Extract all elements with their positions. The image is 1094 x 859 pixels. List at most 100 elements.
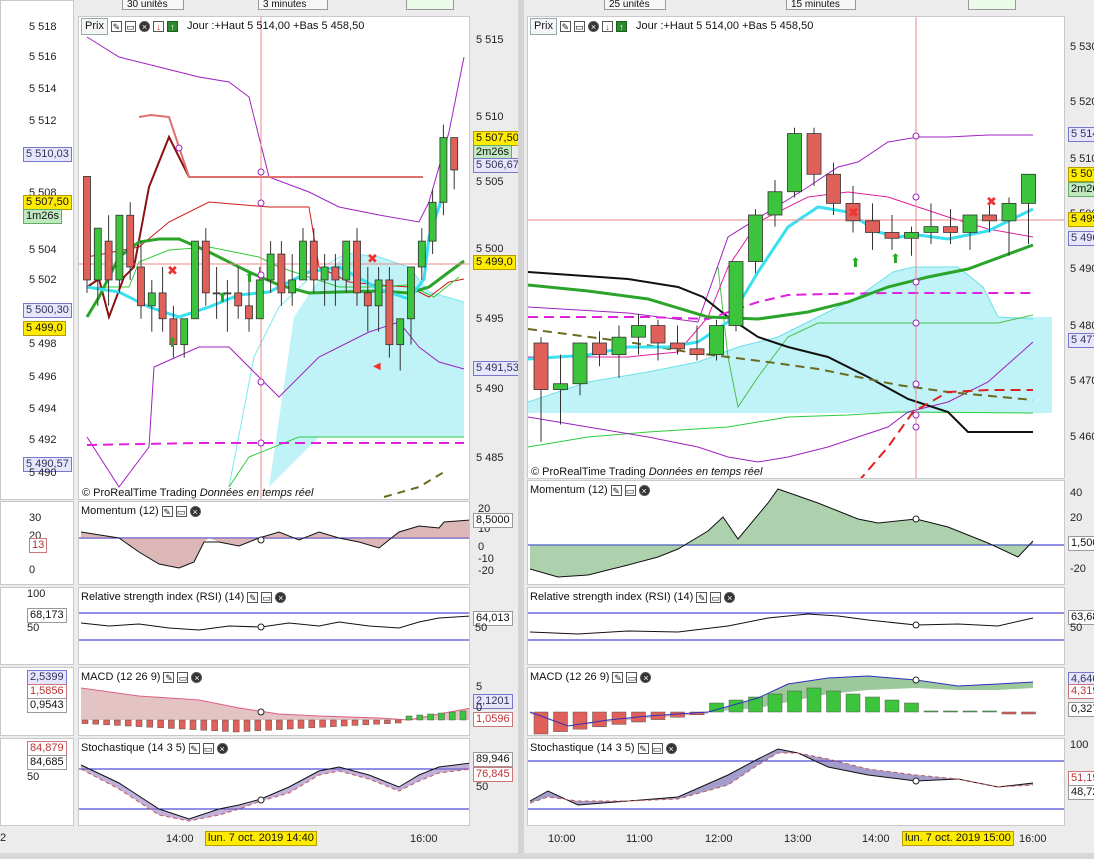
left-partial-macd-panel: 2,5399 1,5856 0,9543 (0, 667, 74, 736)
candle-body (309, 240, 318, 281)
window-icon[interactable]: ▭ (124, 21, 136, 32)
window-icon[interactable]: ▭ (626, 672, 638, 683)
left-partial-rsi-tick: 50 (27, 622, 40, 634)
candle-body (104, 240, 113, 281)
close-icon[interactable]: × (138, 21, 150, 32)
candle-body (439, 137, 448, 203)
chart-a-rsi-panel: Relative strength index (RSI) (14) ✎ ▭ × (78, 587, 470, 665)
close-icon[interactable]: × (189, 506, 201, 517)
cursor-marker (912, 777, 920, 785)
close-icon[interactable]: × (640, 672, 652, 683)
chart-b-sto-title: Stochastique (14 3 5) (530, 742, 635, 754)
wrench-icon[interactable]: ✎ (247, 592, 259, 603)
rsi-line (80, 615, 469, 631)
chart-a-cursor-price-tag: 5 499,0 (473, 255, 516, 270)
window-icon[interactable]: ▭ (202, 743, 214, 754)
chart-a-macd-value2: 1,0596 (473, 712, 513, 727)
column-separator[interactable] (518, 0, 524, 859)
macd-histogram-bar (767, 693, 783, 713)
wrench-icon[interactable]: ✎ (188, 743, 200, 754)
chart-a-units-button[interactable]: 30 unités (122, 0, 184, 10)
window-icon[interactable]: ▭ (573, 21, 585, 32)
candle-body (689, 348, 705, 356)
candle-body (709, 325, 724, 356)
candle-body (826, 173, 841, 204)
chart-a-momentum-panel: Momentum (12) ✎ ▭ × (78, 501, 470, 585)
close-icon[interactable]: × (638, 485, 650, 496)
wrench-icon[interactable]: ✎ (610, 485, 622, 496)
arrow-down-icon[interactable]: ↓ (601, 21, 613, 32)
chart-a-lower-band-tag: 5 491,53 (473, 361, 522, 376)
chart-b-momentum-panel: Momentum (12) ✎ ▭ × (527, 480, 1065, 585)
close-icon[interactable]: × (724, 592, 736, 603)
candle-body (115, 214, 124, 281)
chart-b-price-tick: 5 460 (1070, 431, 1094, 443)
candle-body (342, 240, 351, 281)
window-icon[interactable]: ▭ (177, 672, 189, 683)
chart-b-lower-band-tag: 5 477 (1068, 333, 1094, 348)
chart-b-day-info: Jour :+Haut 5 514,00 +Bas 5 458,50 (635, 20, 814, 32)
arrow-up-icon[interactable]: ↑ (166, 21, 178, 32)
wrench-icon[interactable]: ✎ (612, 672, 624, 683)
macd-histogram-bar (276, 719, 283, 730)
candle-body (728, 261, 744, 326)
close-icon[interactable]: × (216, 743, 228, 754)
chart-b-macd-value2: 4,319 (1068, 684, 1094, 699)
window-icon[interactable]: ▭ (175, 506, 187, 517)
window-icon[interactable]: ▭ (261, 592, 273, 603)
chart-a-sto-title-bar: Stochastique (14 3 5) ✎ ▭ × (81, 741, 228, 756)
window-icon[interactable]: ▭ (710, 592, 722, 603)
wrench-icon[interactable]: ✎ (696, 592, 708, 603)
macd-histogram-bar (124, 719, 132, 727)
buy-arrow-icon: ⬆ (244, 270, 255, 285)
cursor-marker (912, 621, 920, 629)
candle-body (884, 232, 900, 239)
wrench-icon[interactable]: ✎ (637, 743, 649, 754)
chart-a-price-plot[interactable]: ✖ ✖ ⬆ ⬆ ⬆ ◀ (79, 17, 470, 500)
chart-a-timeframe-label: 3 minutes (263, 0, 307, 10)
chart-b-macd-value3: 0,327 (1068, 702, 1094, 717)
cursor-marker (257, 796, 265, 804)
candle-body (904, 232, 919, 239)
chart-a-price-tick: 5 500 (476, 243, 504, 255)
chart-b-timeframe-button[interactable]: 15 minutes (786, 0, 856, 10)
left-partial-price-tick: 5 516 (29, 51, 57, 63)
close-icon[interactable]: × (587, 21, 599, 32)
cursor-marker (257, 536, 265, 544)
macd-histogram-bar (232, 719, 240, 733)
chart-b-rsi-panel: Relative strength index (RSI) (14) ✎ ▭ × (527, 587, 1065, 665)
wrench-icon[interactable]: ✎ (163, 672, 175, 683)
close-icon[interactable]: × (665, 743, 677, 754)
macd-histogram-bar (114, 719, 121, 726)
window-icon[interactable]: ▭ (651, 743, 663, 754)
macd-histogram-bar (982, 710, 997, 713)
arrow-up-icon[interactable]: ↑ (615, 21, 627, 32)
chart-b-price-panel[interactable]: ✖ ✖ ⬆ ⬆ Prix ✎ ▭ × ↓ ↑ Jour :+Haut 5 514,00… (527, 16, 1065, 479)
chart-a-price-panel[interactable]: ✖ ✖ ⬆ ⬆ ⬆ ◀ Prix ✎ ▭ × ↓ ↑ Jour :+Haut 5 514,… (78, 16, 470, 500)
chart-b-rsi-title-bar: Relative strength index (RSI) (14) ✎ ▭ × (530, 590, 736, 605)
candle-body (962, 214, 978, 233)
candle-body (611, 336, 627, 356)
chart-b-momentum-tick: 20 (1070, 512, 1083, 524)
chart-b-indicator-button[interactable] (968, 0, 1016, 10)
candle-body (191, 240, 199, 320)
wrench-icon[interactable]: ✎ (559, 21, 571, 32)
macd-histogram-bar (168, 719, 175, 729)
wrench-icon[interactable]: ✎ (110, 21, 122, 32)
window-icon[interactable]: ▭ (624, 485, 636, 496)
chart-a-timeframe-button[interactable]: 3 minutes (258, 0, 328, 10)
chart-b-price-plot[interactable]: ✖ ✖ ⬆ ⬆ (528, 17, 1065, 479)
chart-b-sto-value2: 48,72 (1068, 785, 1094, 800)
chart-b-time-tick: 11:00 (626, 833, 653, 845)
close-icon[interactable]: × (275, 592, 287, 603)
chart-a-indicator-button[interactable] (406, 0, 454, 10)
arrow-down-icon[interactable]: ↓ (152, 21, 164, 32)
candle-body (1001, 202, 1017, 222)
left-partial-price-tick: 5 496 (29, 371, 57, 383)
left-partial-rsi-panel: 100 68,173 50 (0, 587, 74, 665)
chart-b-units-button[interactable]: 25 unités (604, 0, 666, 10)
momentum-area (81, 520, 469, 568)
bottom-toolbar[interactable] (0, 853, 1094, 859)
wrench-icon[interactable]: ✎ (161, 506, 173, 517)
close-icon[interactable]: × (191, 672, 203, 683)
